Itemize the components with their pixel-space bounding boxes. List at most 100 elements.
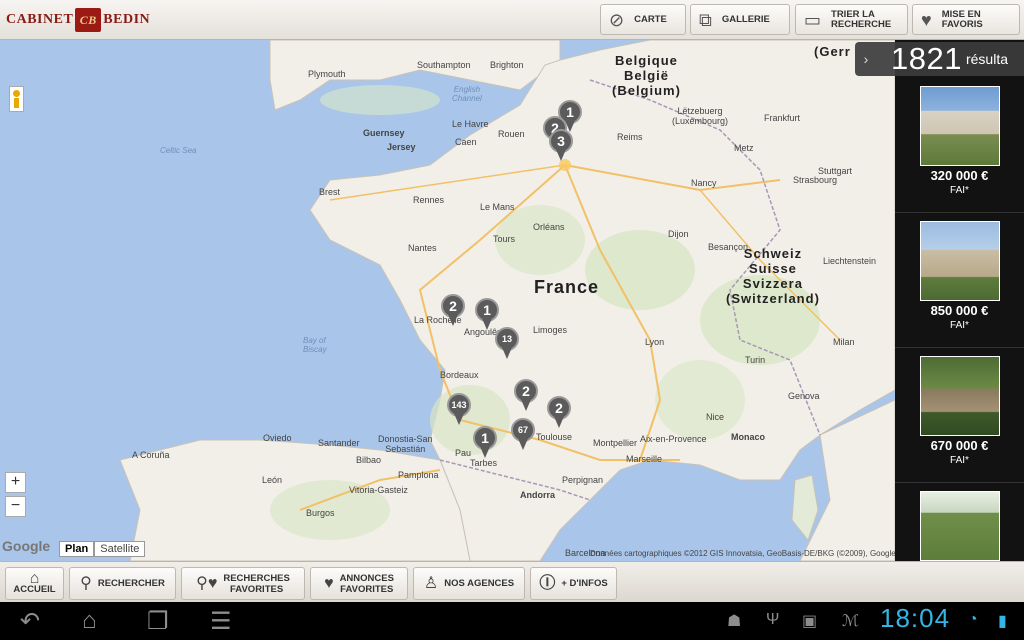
add-favorites-button[interactable]: ♥ MISE EN FAVORIS	[912, 4, 1020, 35]
nav-search-button[interactable]: ⚲ RECHERCHER	[69, 567, 176, 600]
map-label-monaco: Monaco	[731, 432, 766, 442]
map-label-brest: Brest	[319, 187, 341, 197]
nav-agencies-label: NOS AGENCES	[444, 578, 515, 589]
map-label-aix: Aix-en-Provence	[640, 434, 707, 444]
logo[interactable]: CABINET CB BEDIN	[6, 8, 150, 32]
map-label-limoges: Limoges	[533, 325, 568, 335]
nav-more-info-button[interactable]: ⓘ + D'INFOS	[530, 567, 617, 600]
map-label-france: France	[534, 277, 600, 297]
listing-card[interactable]: 670 000 € FAI*	[905, 356, 1014, 466]
map-label-montpellier: Montpellier	[593, 438, 638, 448]
map-label-rennes: Rennes	[413, 195, 445, 205]
map-label-marseille: Marseille	[626, 454, 663, 464]
map-label-guernsey: Guernsey	[363, 128, 405, 138]
android-debug-icon: ☗	[727, 613, 742, 630]
agency-icon: ♙	[423, 575, 439, 592]
nav-more-info-label: + D'INFOS	[561, 578, 608, 589]
bottom-nav-bar: ⌂ ACCUEIL ⚲ RECHERCHER ⚲♥ RECHERCHES FAV…	[0, 561, 1024, 602]
nav-saved-searches-button[interactable]: ⚲♥ RECHERCHES FAVORITES	[181, 567, 305, 600]
zoom-out-button[interactable]: −	[5, 496, 26, 517]
map-copyright: Données cartographiques ©2012 GIS Innova…	[590, 549, 895, 558]
map-label-celtic-sea: Celtic Sea	[160, 146, 197, 155]
listing-card[interactable]: 850 000 € FAI*	[905, 221, 1014, 331]
map-label-tours: Tours	[493, 234, 516, 244]
map-label-strasbourg: Strasbourg	[793, 175, 838, 185]
listing-photo[interactable]	[919, 221, 1000, 301]
map-area[interactable]: Belgique België (Belgium) Schweiz Suisse…	[0, 40, 895, 561]
map-label-metz: Metz	[734, 143, 754, 153]
map-label-luxembourg: Lëtzebuerg (Luxembourg)	[672, 106, 729, 126]
map-cluster-pin[interactable]: 1	[473, 426, 497, 460]
map-label-bay-of-biscay: Bay of Biscay	[303, 336, 327, 354]
map-type-satellite[interactable]: Satellite	[94, 541, 146, 557]
home-nav-icon[interactable]: ⌂	[82, 607, 97, 635]
map-cluster-pin[interactable]: 143	[447, 393, 471, 427]
nav-favorite-listings-button[interactable]: ♥ ANNONCES FAVORITES	[310, 567, 408, 600]
map-cluster-pin[interactable]: 2	[441, 294, 465, 328]
map-cluster-pin[interactable]: 3	[549, 129, 573, 163]
map-label-toulouse: Toulouse	[536, 432, 573, 442]
listing-photo[interactable]	[919, 86, 1000, 166]
google-logo: Google	[2, 538, 51, 554]
map-label-plymouth: Plymouth	[308, 69, 346, 79]
nav-agencies-button[interactable]: ♙ NOS AGENCES	[413, 567, 525, 600]
map-cluster-pin[interactable]: 13	[495, 327, 519, 361]
map-label-turin: Turin	[745, 355, 766, 365]
map-label-pamplona: Pamplona	[398, 470, 439, 480]
map-cluster-pin[interactable]: 2	[547, 396, 571, 430]
chevron-right-icon[interactable]: ›	[855, 51, 877, 67]
listing-card[interactable]: 320 000 € FAI*	[905, 86, 1014, 196]
wifi-icon: ◔	[968, 611, 978, 628]
map-label-nantes: Nantes	[408, 243, 437, 253]
map-label-perpignan: Perpignan	[562, 475, 604, 485]
listing-photo[interactable]	[919, 356, 1000, 436]
map-label-andorra: Andorra	[520, 490, 556, 500]
map-cluster-pin[interactable]: 67	[511, 418, 535, 452]
sort-search-button[interactable]: ▭ TRIER LA RECHERCHE	[795, 4, 908, 35]
system-clock: 18:04	[880, 603, 951, 633]
back-icon[interactable]: ↶	[20, 607, 40, 636]
map-label-brighton: Brighton	[490, 60, 524, 70]
add-favorites-label: MISE EN FAVORIS	[941, 8, 983, 30]
map-label-genova: Genova	[788, 391, 820, 401]
listing-card[interactable]	[905, 491, 1014, 561]
zoom-in-button[interactable]: +	[5, 472, 26, 493]
map-label-nice: Nice	[706, 412, 725, 422]
map-label-burgos: Burgos	[306, 508, 335, 518]
menu-icon[interactable]: ☰	[210, 607, 232, 636]
tray-icon: ▭	[804, 9, 822, 30]
listing-fai-note: FAI*	[950, 185, 969, 196]
listing-photo[interactable]	[919, 491, 1000, 561]
sort-search-label: TRIER LA RECHERCHE	[831, 8, 892, 30]
map-label-la-coruna: A Coruña	[132, 450, 170, 460]
map-label-belgium: Belgique België (Belgium)	[612, 53, 681, 98]
map-view-button[interactable]: ⊘ CARTE	[600, 4, 686, 35]
nav-favorite-listings-label: ANNONCES FAVORITES	[339, 572, 394, 595]
map-label-southampton: Southampton	[417, 60, 471, 70]
logo-text-left: CABINET	[6, 12, 74, 27]
map-label-donostia: Donostia-San Sebastián	[378, 434, 433, 454]
recent-apps-icon[interactable]: ❐	[147, 607, 169, 636]
gallery-view-label: GALLERIE	[721, 13, 770, 25]
map-label-besancon: Besançon	[708, 242, 749, 252]
map-type-switch: Plan Satellite	[59, 541, 146, 557]
map-label-english-channel: English Channel	[452, 85, 482, 103]
map-label-caen: Caen	[455, 137, 477, 147]
nav-home-button[interactable]: ⌂ ACCUEIL	[5, 567, 64, 600]
heart-plus-icon: ♥	[921, 9, 932, 30]
map-label-jersey: Jersey	[387, 142, 416, 152]
info-icon: ⓘ	[539, 575, 556, 592]
home-icon: ⌂	[29, 569, 40, 587]
map-type-plan[interactable]: Plan	[59, 541, 95, 557]
listing-price: 320 000 €	[930, 168, 989, 183]
street-view-pegman[interactable]	[9, 86, 24, 112]
map-label-bilbao: Bilbao	[356, 455, 382, 465]
map-label-stuttgart: Stuttgart	[818, 166, 853, 176]
nav-search-label: RECHERCHER	[97, 578, 165, 589]
nav-home-label: ACCUEIL	[13, 583, 56, 595]
gallery-view-button[interactable]: ⧉ GALLERIE	[690, 4, 790, 35]
search-heart-icon: ⚲♥	[196, 575, 218, 592]
results-count-box[interactable]: › 1821 résulta	[855, 41, 1024, 76]
map-cluster-pin[interactable]: 2	[514, 379, 538, 413]
map-label-rouen: Rouen	[498, 129, 525, 139]
